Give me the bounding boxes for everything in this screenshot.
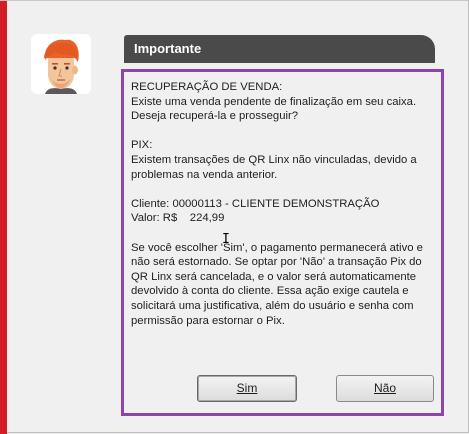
recovery-heading: RECUPERAÇÃO DE VENDA: (131, 81, 283, 93)
recovery-line-1: Existe uma venda pendente de finalização… (131, 95, 417, 108)
explanation-line-4: devolvido à conta do cliente. Essa ação … (131, 285, 409, 298)
recovery-line-2: Deseja recuperá-la e prosseguir? (131, 110, 299, 123)
pix-line-2: problemas na venda anterior. (131, 168, 278, 181)
explanation-line-6: permissão para estornar o Pix. (131, 314, 285, 327)
message-text: RECUPERAÇÃO DE VENDA: Existe uma venda p… (131, 80, 436, 328)
explanation-line-5: solicitará uma justificativa, além do us… (131, 299, 414, 312)
explanation-line-1: Se você escolher 'Sim', o pagamento perm… (131, 241, 423, 254)
message-panel: RECUPERAÇÃO DE VENDA: Existe uma venda p… (121, 69, 444, 416)
no-button[interactable]: Não (336, 375, 434, 402)
avatar-icon (31, 34, 91, 94)
explanation-line-2: não será estornado. Se optar por 'Não' a… (131, 256, 422, 269)
text-cursor-icon: I (222, 232, 230, 247)
value-line: Valor: R$ 224,99 (131, 212, 225, 225)
dialog-title: Importante (124, 35, 435, 63)
yes-button[interactable]: Sim (197, 375, 297, 402)
explanation-line-3: QR Linx será cancelada, e o valor será a… (131, 270, 417, 283)
accent-bar (0, 1, 7, 434)
client-line: Cliente: 00000113 - CLIENTE DEMONSTRAÇÃO (131, 197, 380, 210)
pix-line-1: Existem transações de QR Linx não vincul… (131, 153, 417, 166)
pix-heading: PIX: (131, 139, 153, 152)
dialog-window: Importante RECUPERAÇÃO DE VENDA: Existe … (0, 0, 469, 434)
